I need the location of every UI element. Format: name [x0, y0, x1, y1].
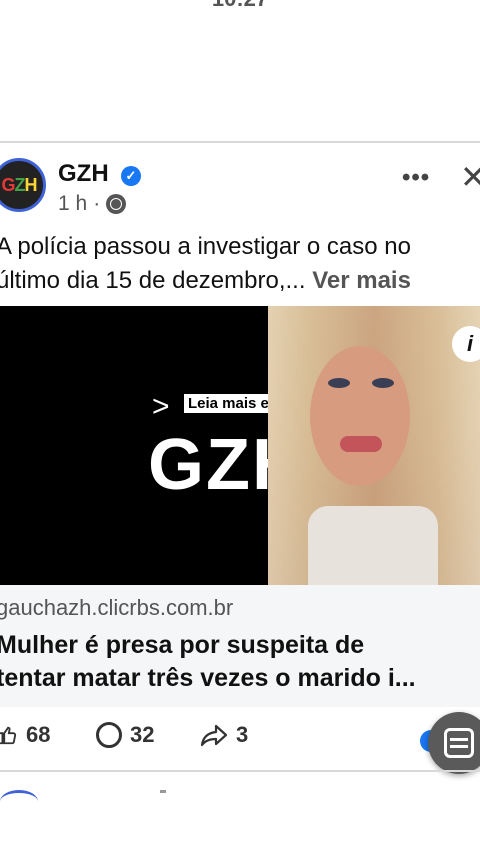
close-icon[interactable]: ✕ [460, 158, 480, 196]
more-options-icon[interactable]: ••• [402, 164, 430, 192]
post-actions: 68 32 3 [0, 718, 480, 760]
post-caption: A polícia passou a investigar o caso no … [0, 230, 480, 298]
headline-line-1: Mulher é presa por suspeita de [0, 631, 365, 659]
share-arrow-icon [200, 724, 228, 747]
person-top [308, 506, 438, 585]
avatar-letter-z: Z [14, 174, 26, 195]
person-lips [340, 436, 382, 452]
post-time[interactable]: 1 h [58, 192, 87, 216]
next-post-avatar [0, 790, 38, 813]
headline-line-2: tentar matar três vezes o marido i... [0, 664, 416, 692]
meta-separator: · [93, 192, 101, 215]
status-time: 10:27 [0, 0, 480, 12]
like-count: 68 [26, 722, 51, 747]
comment-count: 32 [130, 722, 155, 747]
chevron-right-icon: > [152, 390, 170, 423]
card-divider-top [0, 141, 480, 143]
comment-button[interactable]: 32 [96, 722, 154, 748]
person-face [310, 346, 410, 486]
like-button[interactable]: 68 [0, 722, 50, 748]
comment-icon [96, 722, 122, 748]
verified-badge-icon: ✓ [121, 166, 141, 186]
share-button[interactable]: 3 [200, 722, 248, 748]
card-divider-bottom [0, 770, 480, 772]
person-eye-right [372, 378, 394, 388]
share-count: 3 [236, 722, 249, 747]
link-domain: gauchazh.clicrbs.com.br [0, 595, 234, 620]
post-header: GZH GZH ✓ 1 h · ••• ✕ [0, 150, 480, 230]
globe-icon [106, 194, 127, 214]
scan-line [450, 738, 468, 741]
scan-line [450, 745, 468, 748]
caption-line-2: último dia 15 de dezembro,... [0, 267, 306, 294]
avatar-letter-h: H [24, 174, 38, 195]
caption-line-1: A polícia passou a investigar o caso no [0, 233, 411, 260]
see-more-link[interactable]: Ver mais [312, 267, 411, 294]
avatar[interactable]: GZH [0, 158, 46, 212]
video-person-image [268, 306, 480, 585]
screen-scan-button[interactable] [428, 712, 480, 774]
page-name[interactable]: GZH [58, 160, 109, 188]
person-eye-left [328, 378, 350, 388]
link-preview[interactable]: gauchazh.clicrbs.com.br Mulher é presa p… [0, 585, 480, 707]
link-headline: Mulher é presa por suspeita de tentar ma… [0, 629, 480, 695]
info-icon[interactable]: i [452, 326, 480, 362]
thumbs-up-icon [0, 726, 17, 745]
scan-frame-icon [444, 728, 474, 758]
avatar-letter-g: G [1, 174, 15, 195]
post-meta: 1 h · [58, 192, 127, 216]
post-video[interactable]: > Leia mais em GZH i [0, 306, 480, 585]
next-post-text-stub [160, 790, 166, 793]
